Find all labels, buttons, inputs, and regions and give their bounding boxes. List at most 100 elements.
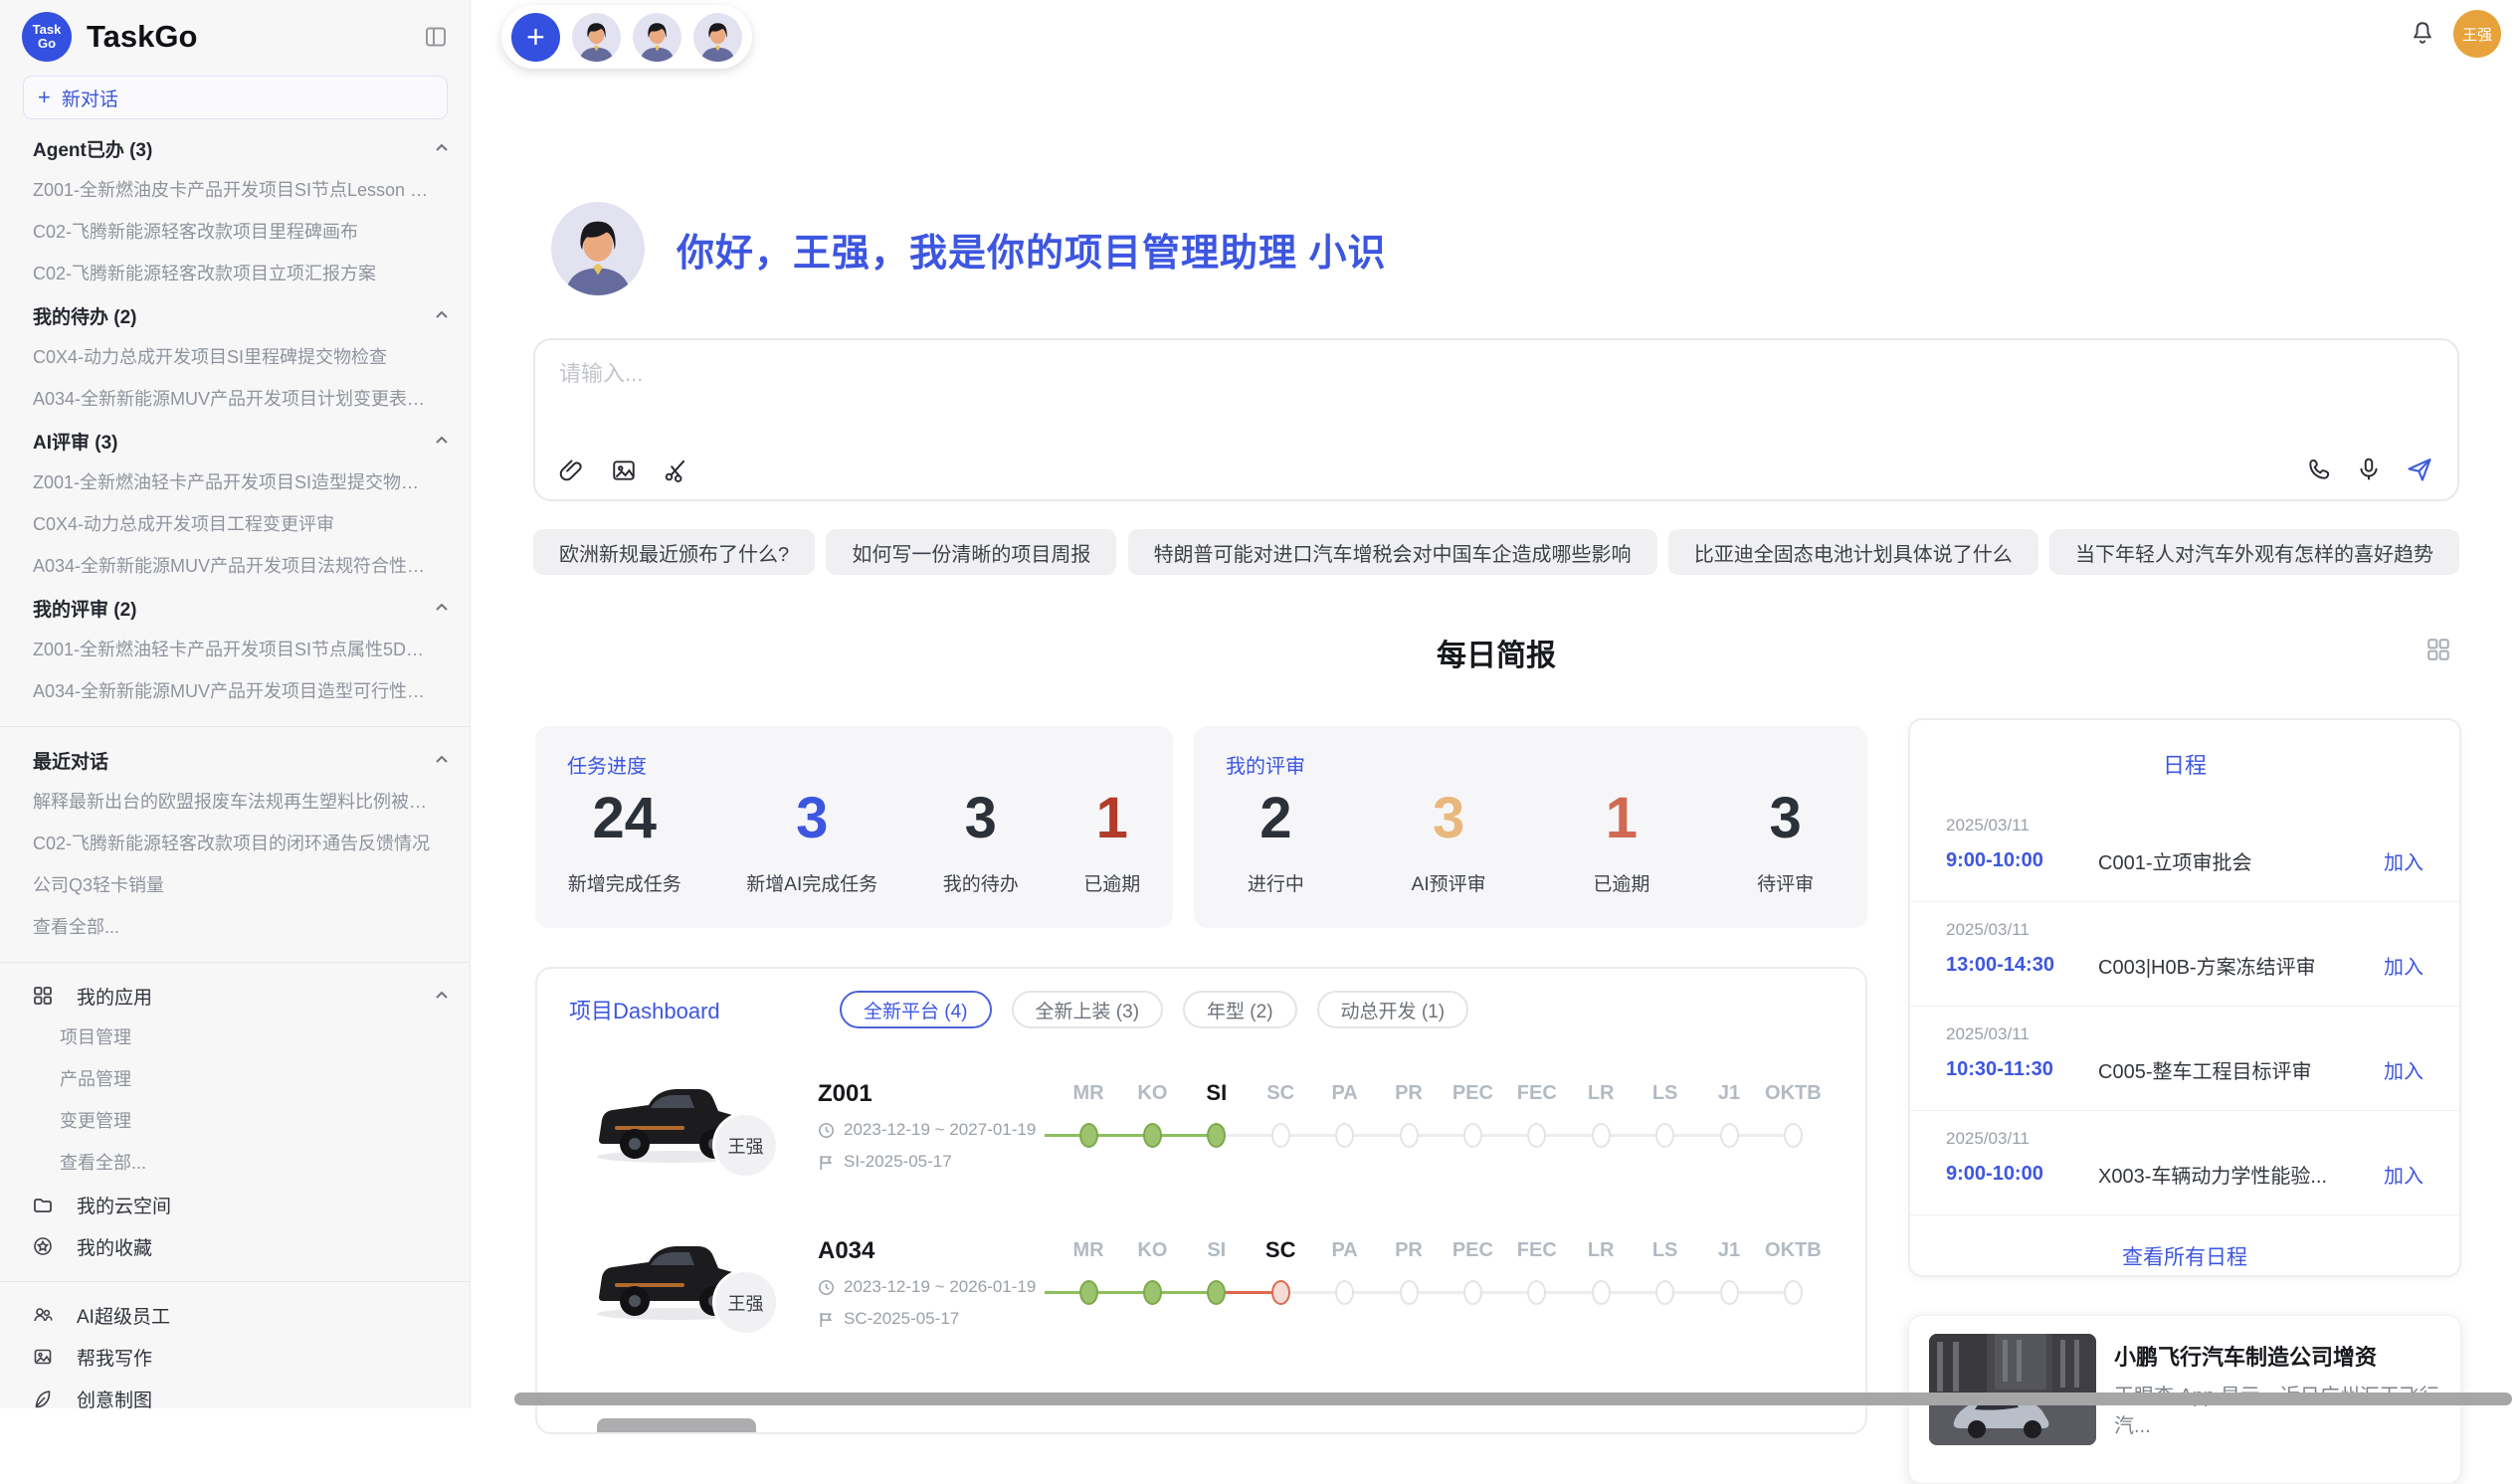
milestone-dot: [1335, 1123, 1354, 1148]
suggestion-chip[interactable]: 比亚迪全固态电池计划具体说了什么: [1668, 529, 2038, 575]
owner-badge: 王强: [712, 1112, 779, 1179]
list-item[interactable]: Z001-全新燃油皮卡产品开发项目SI节点Lesson Learn报告: [0, 169, 470, 211]
content: 你好，王强，我是你的项目管理助理 小识: [533, 0, 2461, 1408]
sidebar-item-project-mgmt[interactable]: 项目管理: [0, 1017, 470, 1058]
list-item[interactable]: 解释最新出台的欧盟报废车法规再生塑料比例被调至15%...: [0, 781, 470, 823]
sidebar-section-recent[interactable]: 最近对话: [0, 739, 470, 781]
schedule-item[interactable]: 2025/03/11 9:00-10:00 C001-立项审批会 加入: [1910, 798, 2459, 902]
new-chat-button[interactable]: + 新对话: [23, 76, 448, 119]
sidebar-item-cloud-space[interactable]: 我的云空间: [0, 1184, 470, 1225]
tab-powertrain-dev[interactable]: 动总开发 (1): [1317, 991, 1469, 1028]
sidebar-item-creative-drawing[interactable]: 创意制图: [0, 1378, 470, 1408]
stat-new-done: 24 新增完成任务: [568, 786, 681, 896]
sidebar-item-change-mgmt[interactable]: 变更管理: [0, 1100, 470, 1142]
stat-new-ai-done: 3 新增AI完成任务: [746, 786, 877, 896]
divider: [0, 962, 470, 963]
milestone-dot: [1271, 1123, 1290, 1148]
join-link[interactable]: 加入: [2384, 1160, 2423, 1189]
suggestion-chip[interactable]: 欧洲新规最近颁布了什么?: [533, 529, 815, 575]
stat-my-todo: 3 我的待办: [943, 786, 1019, 896]
microphone-icon[interactable]: [2356, 457, 2382, 482]
schedule-card: 日程 2025/03/11 9:00-10:00 C001-立项审批会 加入 2…: [1908, 718, 2461, 1277]
schedule-time: 10:30-11:30: [1946, 1058, 2098, 1081]
list-item[interactable]: C0X4-动力总成开发项目SI里程碑提交物检查: [0, 336, 470, 378]
list-item[interactable]: Z001-全新燃油轻卡产品开发项目SI造型提交物评审: [0, 462, 470, 503]
list-item[interactable]: A034-全新新能源MUV产品开发项目造型可行性评审: [0, 670, 470, 712]
milestone-dot: [1143, 1280, 1162, 1305]
milestone-strip: MRKOSISCPAPRPECFECLRLSJ1OKTB: [1045, 1056, 1831, 1213]
sidebar-section-my-todo[interactable]: 我的待办 (2): [0, 294, 470, 336]
suggestion-chip[interactable]: 特朗普可能对进口汽车增税会对中国车企造成哪些影响: [1128, 529, 1657, 575]
attachment-icon[interactable]: [559, 458, 585, 483]
image-upload-icon[interactable]: [611, 458, 637, 483]
list-item[interactable]: C02-飞腾新能源轻客改款项目的闭环通告反馈情况: [0, 823, 470, 864]
list-item[interactable]: 公司Q3轻卡销量: [0, 864, 470, 906]
card-title: 任务进度: [567, 750, 647, 779]
sidebar-item-help-me-write[interactable]: 帮我写作: [0, 1336, 470, 1378]
schedule-date: 2025/03/11: [1946, 1129, 2423, 1149]
list-item[interactable]: Z001-全新燃油轻卡产品开发项目SI节点属性5D文件评审: [0, 629, 470, 670]
stats-row: 任务进度 24 新增完成任务 3 新增AI完成任务 3 我的待办: [535, 726, 1867, 928]
message-composer: [533, 338, 2459, 501]
suggestion-chip[interactable]: 当下年轻人对汽车外观有怎样的喜好趋势: [2049, 529, 2459, 575]
horizontal-scrollbar[interactable]: [514, 1392, 2512, 1405]
project-next-node: SC-2025-05-17: [818, 1309, 959, 1329]
milestone-dot: [1720, 1123, 1739, 1148]
milestone-label: OKTB: [1753, 1082, 1833, 1105]
join-link[interactable]: 加入: [2384, 846, 2423, 875]
divider: [0, 726, 470, 727]
schedule-time: 13:00-14:30: [1946, 954, 2098, 977]
list-item[interactable]: C02-飞腾新能源轻客改款项目里程碑画布: [0, 211, 470, 253]
view-all-link[interactable]: 查看全部...: [0, 906, 470, 948]
milestone-dot: [1784, 1280, 1803, 1305]
sidebar-toggle-button[interactable]: [422, 23, 450, 51]
sidebar-item-favorites[interactable]: 我的收藏: [0, 1225, 470, 1267]
schedule-item[interactable]: 2025/03/11 9:00-10:00 X003-车辆动力学性能验... 加…: [1910, 1111, 2459, 1215]
milestone-dot: [1400, 1123, 1419, 1148]
list-item[interactable]: C0X4-动力总成开发项目工程变更评审: [0, 503, 470, 545]
chevron-up-icon: [434, 600, 450, 616]
schedule-item[interactable]: 2025/03/11 10:30-11:30 C005-整车工程目标评审 加入: [1910, 1007, 2459, 1111]
section-title: 我的待办 (2): [33, 302, 137, 329]
sidebar-list: Agent已办 (3) Z001-全新燃油皮卡产品开发项目SI节点Lesson …: [0, 127, 470, 1408]
sidebar-section-agent-done[interactable]: Agent已办 (3): [0, 127, 470, 169]
schedule-title: 日程: [1910, 748, 2459, 780]
sidebar-header: Task Go TaskGo: [0, 0, 470, 72]
list-item[interactable]: A034-全新新能源MUV产品开发项目法规符合性评审: [0, 545, 470, 587]
project-row[interactable]: 王强 A034 2023-12-19 ~ 2026-01-19 SC-2025-…: [537, 1213, 1865, 1371]
sidebar-item-product-mgmt[interactable]: 产品管理: [0, 1058, 470, 1100]
schedule-item[interactable]: 2025/03/11 13:00-14:30 C003|H0B-方案冻结评审 加…: [1910, 902, 2459, 1007]
sidebar-section-ai-review[interactable]: AI评审 (3): [0, 420, 470, 462]
sidebar-item-ai-super-staff[interactable]: AI超级员工: [0, 1294, 470, 1336]
assistant-avatar: [551, 202, 645, 295]
message-input[interactable]: [559, 356, 2437, 428]
layout-grid-icon[interactable]: [2425, 637, 2451, 662]
people-icon: [33, 1305, 53, 1325]
view-all-link[interactable]: 查看全部...: [0, 1142, 470, 1184]
suggestion-chip[interactable]: 如何写一份清晰的项目周报: [826, 529, 1116, 575]
tab-new-platform[interactable]: 全新平台 (4): [840, 991, 992, 1028]
schedule-name: C003|H0B-方案冻结评审: [2098, 951, 2372, 980]
stat-overdue: 1 已逾期: [1083, 786, 1140, 896]
join-link[interactable]: 加入: [2384, 951, 2423, 980]
new-chat-label: 新对话: [62, 85, 118, 111]
join-link[interactable]: 加入: [2384, 1055, 2423, 1084]
voice-call-icon[interactable]: [2306, 457, 2332, 482]
project-dates: 2023-12-19 ~ 2027-01-19: [818, 1120, 1036, 1140]
scissors-icon[interactable]: [663, 458, 688, 483]
milestone-dot: [1400, 1280, 1419, 1305]
sidebar-section-my-review[interactable]: 我的评审 (2): [0, 587, 470, 629]
view-all-schedule-link[interactable]: 查看所有日程: [1910, 1241, 2459, 1271]
sidebar-item-my-apps[interactable]: 我的应用: [0, 975, 470, 1017]
folder-icon: [33, 1195, 53, 1214]
chevron-up-icon: [434, 988, 450, 1004]
project-row[interactable]: 王强 Z001 2023-12-19 ~ 2027-01-19 SI-2025-…: [537, 1056, 1865, 1213]
list-item[interactable]: A034-全新新能源MUV产品开发项目计划变更表编写: [0, 378, 470, 420]
send-icon[interactable]: [2406, 456, 2433, 483]
tab-new-upfit[interactable]: 全新上装 (3): [1012, 991, 1164, 1028]
tab-model-year[interactable]: 年型 (2): [1183, 991, 1297, 1028]
milestone-dot: [1207, 1123, 1226, 1148]
list-item[interactable]: C02-飞腾新能源轻客改款项目立项汇报方案: [0, 253, 470, 294]
news-thumbnail: [1929, 1334, 2096, 1445]
milestone-label: OKTB: [1753, 1239, 1833, 1262]
